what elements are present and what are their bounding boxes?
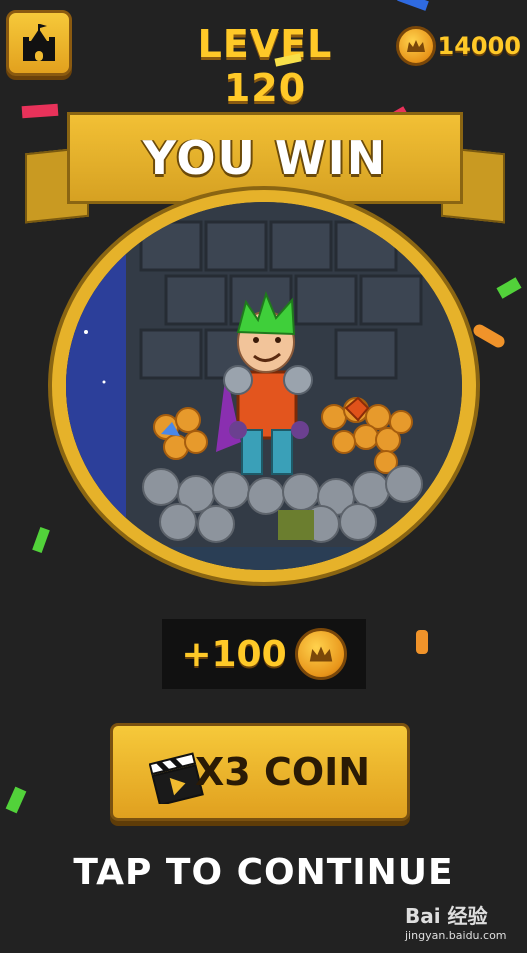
confetti xyxy=(416,630,428,654)
reward-amount: +100 xyxy=(181,633,287,675)
victory-scene xyxy=(66,202,462,570)
coin-count: 14000 xyxy=(437,32,522,60)
confetti xyxy=(5,786,27,814)
level-title: LEVEL 120 xyxy=(197,22,333,110)
watermark-url: jingyan.baidu.com xyxy=(405,929,507,942)
confetti xyxy=(471,322,507,350)
victory-scene-frame xyxy=(52,190,476,582)
watermark-logo: Bai 经验 xyxy=(405,904,488,928)
confetti xyxy=(397,0,429,11)
scene-illustration xyxy=(66,202,462,570)
confetti xyxy=(496,277,522,299)
tap-to-continue[interactable]: TAP TO CONTINUE xyxy=(0,852,527,893)
x3-coin-label: X3 COIN xyxy=(195,750,371,794)
banner-title: YOU WIN xyxy=(142,131,388,185)
reward-box: +100 xyxy=(162,619,366,689)
crown-coin-icon xyxy=(395,26,436,66)
castle-icon xyxy=(23,24,55,61)
baidu-watermark: Bai 经验 jingyan.baidu.com xyxy=(405,900,520,945)
confetti xyxy=(32,527,50,553)
coin-counter: 14000 xyxy=(395,26,522,66)
home-button[interactable] xyxy=(6,10,72,76)
crown-coin-icon xyxy=(294,628,347,680)
x3-coin-button[interactable]: X3 COIN xyxy=(110,723,410,821)
